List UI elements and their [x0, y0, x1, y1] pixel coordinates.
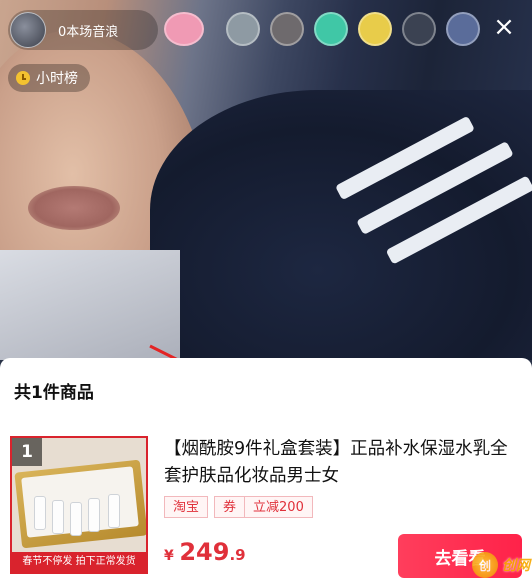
bottle	[34, 496, 46, 530]
host-info[interactable]: 0本场音浪	[8, 10, 158, 50]
product-info: 【烟酰胺9件礼盒套装】正品补水保湿水乳全套护肤品化妆品男士女 淘宝 券 立减20…	[164, 436, 520, 518]
product-index: 1	[12, 438, 42, 466]
product-title[interactable]: 【烟酰胺9件礼盒套装】正品补水保湿水乳全套护肤品化妆品男士女	[164, 436, 520, 490]
viewer-avatar[interactable]	[358, 12, 392, 46]
viewer-avatar[interactable]	[446, 12, 480, 46]
product-tags: 淘宝 券 立减200	[164, 496, 520, 518]
coupon-value: 立减200	[244, 497, 312, 517]
viewer-avatar[interactable]	[164, 12, 204, 46]
watermark-logo: 创	[472, 552, 498, 578]
viewer-avatar[interactable]	[314, 12, 348, 46]
coupon-tag[interactable]: 券 立减200	[214, 496, 313, 518]
watermark: 创 创网	[430, 545, 530, 585]
viewer-avatar[interactable]	[226, 12, 260, 46]
bottle	[108, 494, 120, 528]
sheet-title: 共1件商品	[14, 383, 94, 403]
clock-icon	[16, 71, 30, 85]
bottle	[52, 500, 64, 534]
price-integer: 249	[179, 538, 230, 566]
product-price: ¥ 249.9	[164, 538, 246, 566]
host-status: 0本场音浪	[58, 25, 119, 40]
viewer-avatar[interactable]	[402, 12, 436, 46]
price-decimal: .9	[229, 546, 246, 564]
hourly-rank-badge[interactable]: 小时榜	[8, 64, 90, 92]
promo-banner: 春节不停发 拍下正常发货	[12, 552, 146, 572]
streamer-collar	[0, 250, 180, 360]
product-thumbnail[interactable]: 1 春节不停发 拍下正常发货	[10, 436, 148, 574]
close-icon[interactable]: ×	[490, 14, 518, 42]
live-stream-video	[0, 0, 532, 360]
bottle	[88, 498, 100, 532]
coupon-label: 券	[223, 500, 237, 515]
watermark-text: 创网	[502, 558, 530, 574]
host-avatar[interactable]	[10, 12, 46, 48]
platform-tag: 淘宝	[164, 496, 209, 518]
hourly-rank-label: 小时榜	[36, 71, 78, 87]
viewer-avatar[interactable]	[270, 12, 304, 46]
live-top-bar: 0本场音浪 ×	[8, 10, 524, 54]
streamer-jacket	[150, 90, 532, 360]
streamer-lips	[28, 186, 120, 230]
bottle	[70, 502, 82, 536]
price-currency: ¥	[164, 548, 174, 564]
